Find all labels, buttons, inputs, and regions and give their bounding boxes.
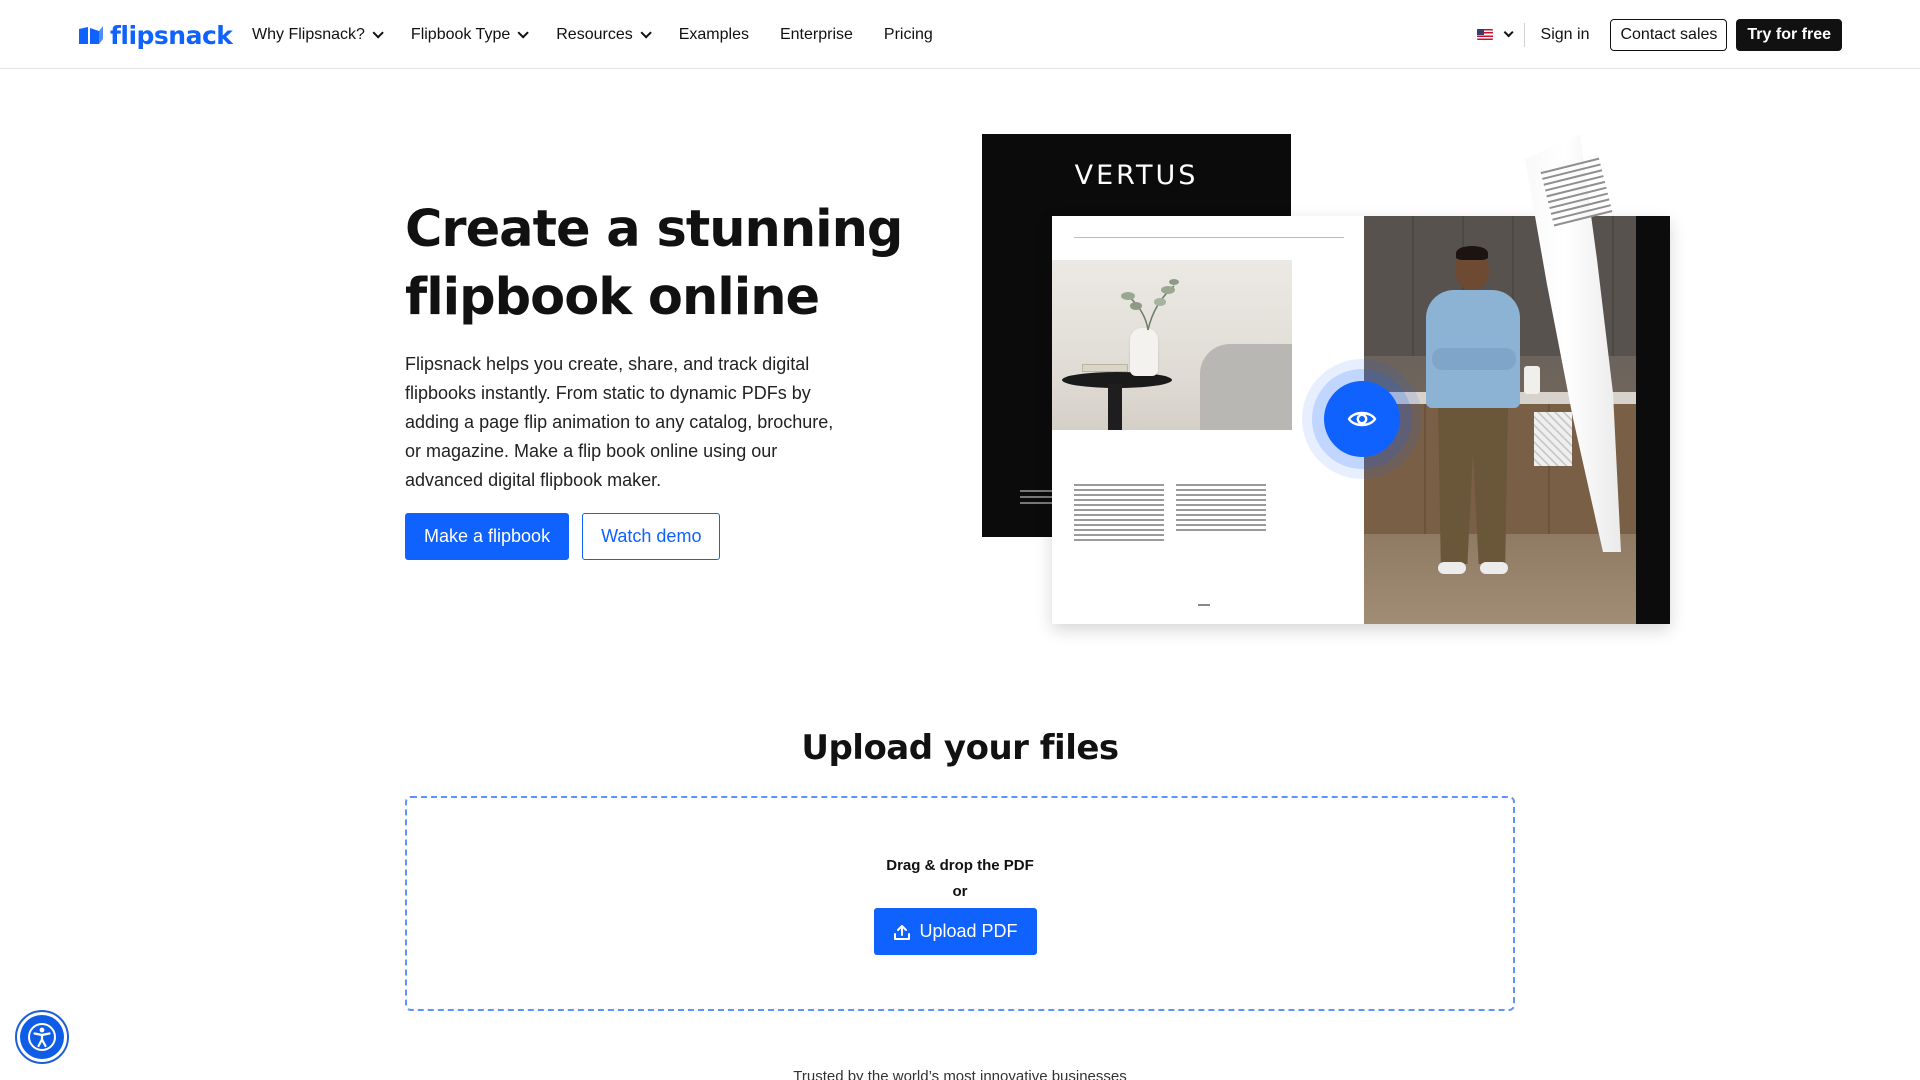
nav-item-label: Resources: [556, 26, 633, 43]
chevron-down-icon: [1503, 27, 1514, 38]
top-navigation: flipsnack Why Flipsnack? Flipbook Type R…: [0, 0, 1920, 69]
magazine-title: VERTUS: [1074, 160, 1199, 191]
nav-item-label: Pricing: [883, 26, 933, 43]
nav-why-flipsnack[interactable]: Why Flipsnack?: [252, 24, 384, 46]
hero-description: Flipsnack helps you create, share, and t…: [405, 354, 834, 490]
brand-name: flipsnack: [110, 20, 233, 50]
watch-demo-button[interactable]: Watch demo: [582, 513, 721, 560]
nav-item-label: Flipbook Type: [410, 26, 511, 43]
nav-enterprise[interactable]: Enterprise: [780, 24, 853, 46]
eye-icon: [1347, 411, 1377, 427]
chevron-down-icon: [640, 27, 652, 39]
upload-pdf-button[interactable]: Upload PDF: [874, 908, 1037, 955]
nav-item-label: Why Flipsnack?: [252, 26, 365, 43]
nav-divider: [1523, 22, 1525, 47]
try-for-free-button[interactable]: Try for free: [1736, 18, 1842, 51]
nav-resources[interactable]: Resources: [556, 24, 652, 46]
flipsnack-logo[interactable]: flipsnack: [78, 20, 233, 50]
nav-examples[interactable]: Examples: [679, 24, 749, 46]
nav-item-label: Examples: [678, 26, 749, 43]
upload-pdf-label: Upload PDF: [919, 921, 1018, 941]
or-text: or: [952, 883, 968, 900]
accessibility-button[interactable]: [15, 1010, 69, 1064]
main-menu: Why Flipsnack? Flipbook Type Resources E…: [252, 24, 964, 46]
language-selector[interactable]: [1476, 27, 1524, 40]
nav-pricing[interactable]: Pricing: [884, 24, 933, 46]
article-text-columns: [1074, 484, 1274, 544]
accessibility-icon: [20, 1015, 64, 1059]
us-flag-icon: [1476, 29, 1493, 40]
hero-flipbook-mockup: VERTUS: [982, 134, 1672, 634]
upload-icon: [894, 924, 911, 940]
hero-title: Create a stunning flipbook online: [405, 200, 903, 327]
chevron-down-icon: [517, 27, 530, 39]
sign-in-link[interactable]: Sign in: [1541, 26, 1590, 44]
hero-buttons: Make a flipbook Watch demo: [405, 513, 721, 560]
page-rule: [1074, 237, 1344, 238]
nav-item-label: Enterprise: [779, 26, 853, 43]
flipsnack-logo-icon: [78, 25, 104, 45]
nav-flipbook-type[interactable]: Flipbook Type: [410, 24, 530, 46]
contact-sales-button[interactable]: Contact sales: [1610, 18, 1728, 51]
trusted-by-text: Trusted by the world’s most innovative b…: [793, 1068, 1127, 1080]
interior-photo: [1052, 260, 1292, 430]
make-a-flipbook-button[interactable]: Make a flipbook: [405, 513, 570, 560]
view-flipbook-button[interactable]: [1324, 381, 1400, 457]
pdf-dropzone[interactable]: Drag & drop the PDF or Upload PDF: [405, 796, 1515, 1011]
drag-drop-text: Drag & drop the PDF: [886, 857, 1034, 874]
nav-actions: Sign in Contact sales Try for free: [1476, 18, 1842, 51]
chevron-down-icon: [372, 27, 384, 39]
page-number: [1198, 604, 1210, 606]
upload-section-title: Upload your files: [801, 728, 1119, 768]
